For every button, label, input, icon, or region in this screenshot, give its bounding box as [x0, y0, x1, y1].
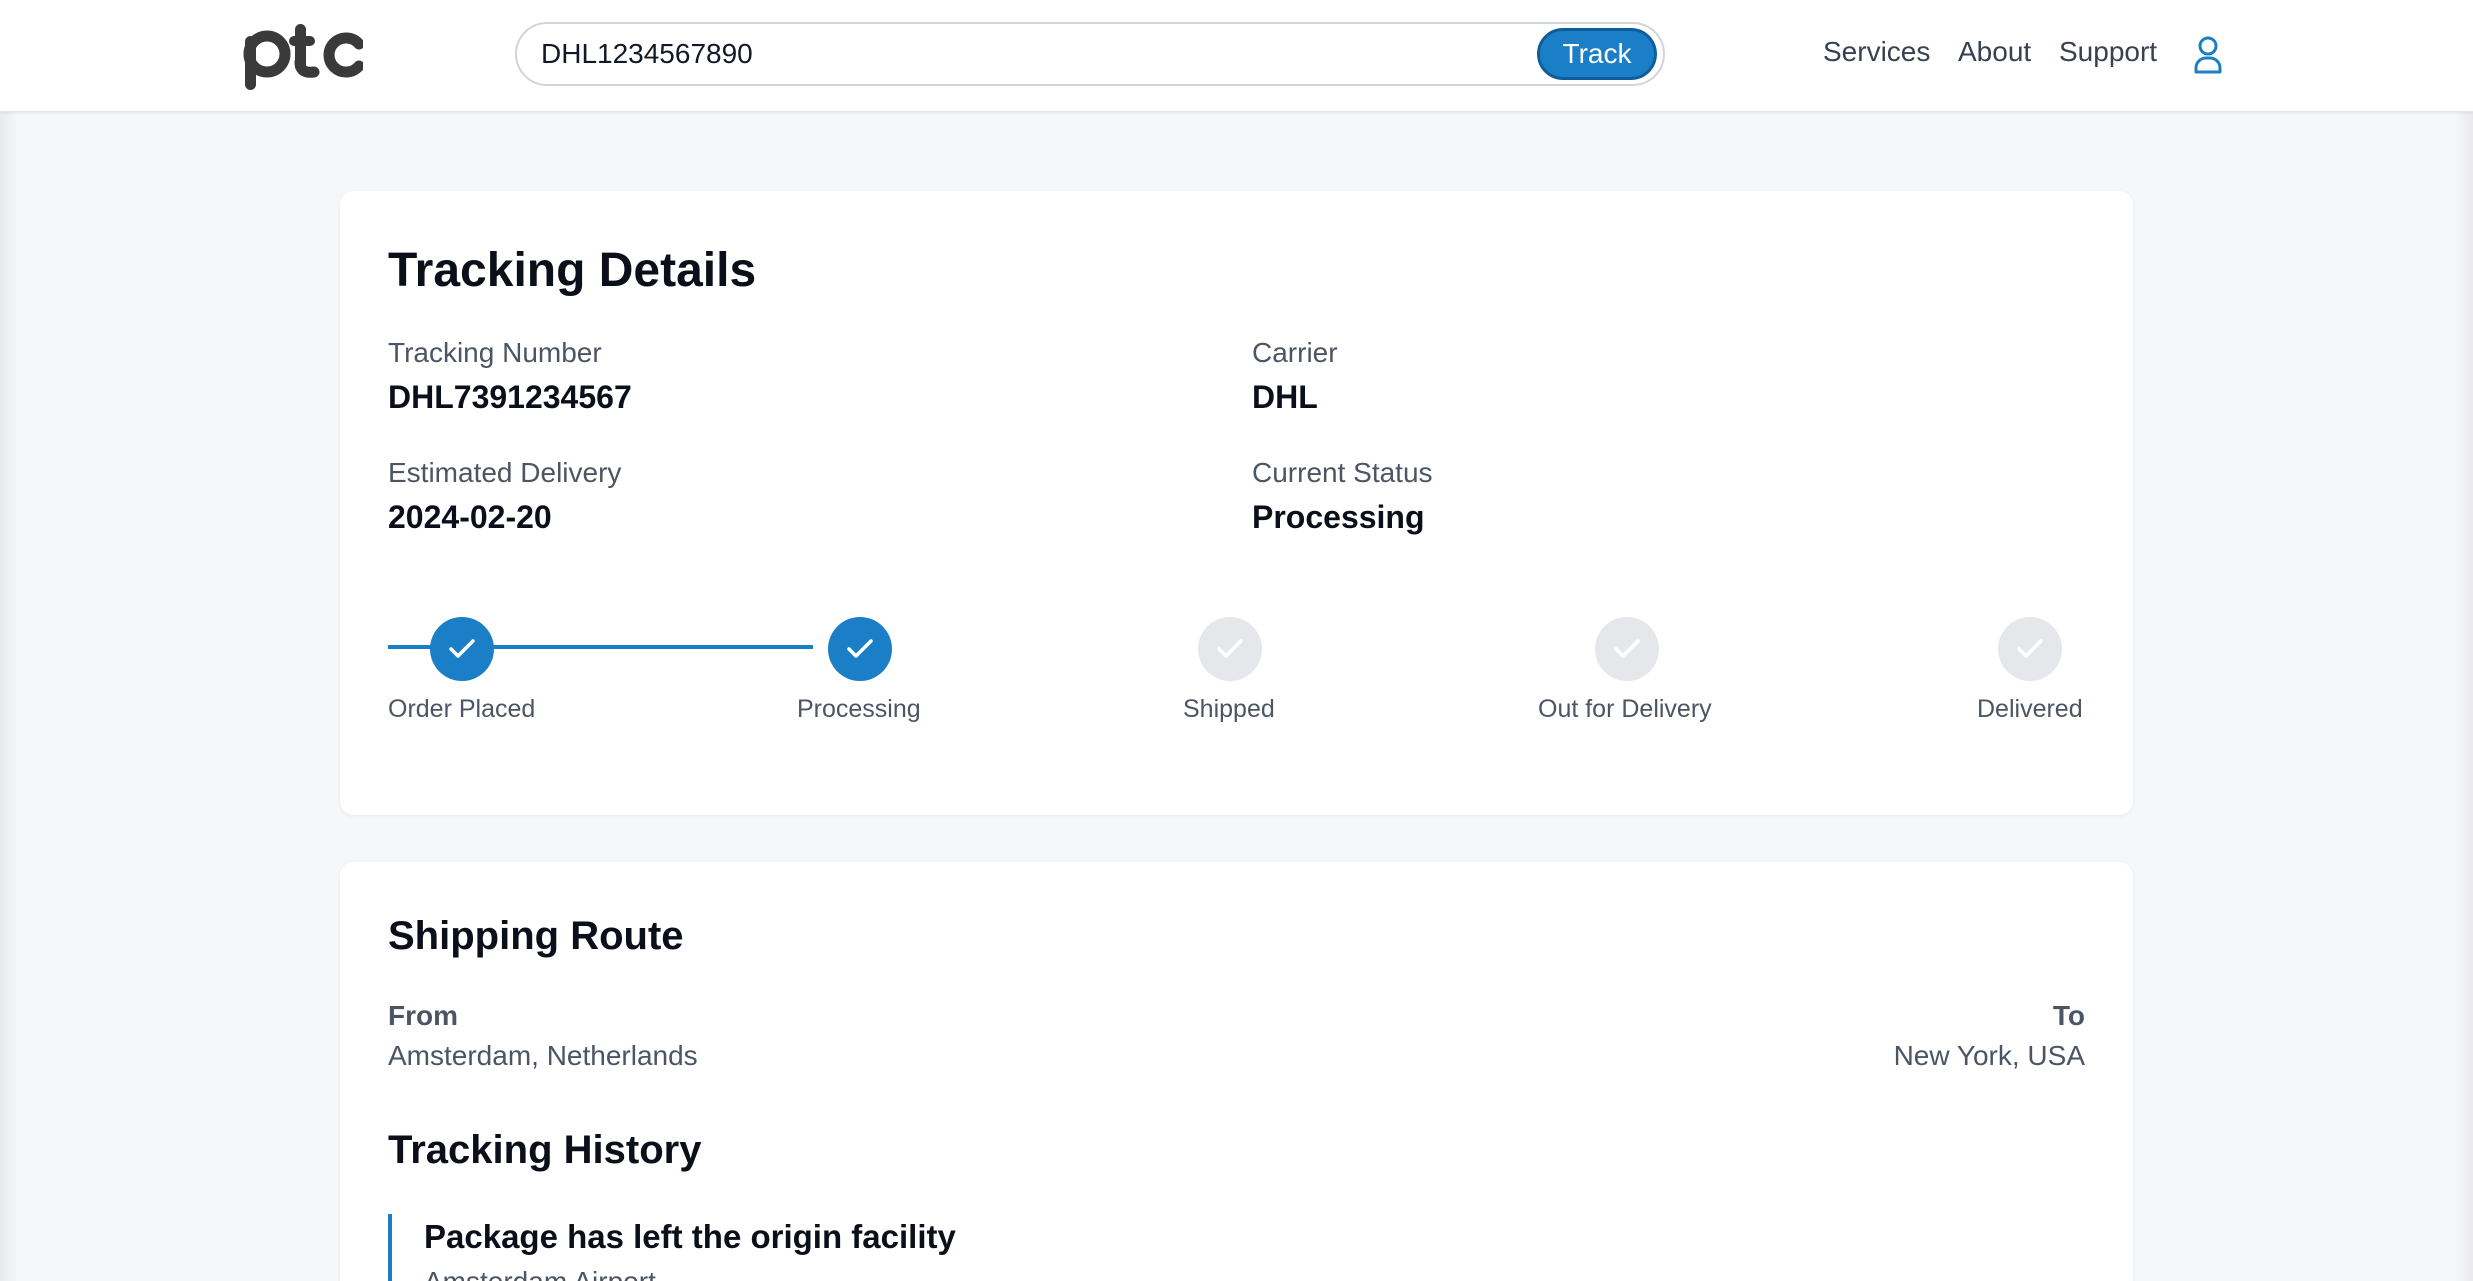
step-delivered-circle	[1998, 617, 2062, 681]
estimated-delivery-label: Estimated Delivery	[388, 457, 622, 488]
carrier-label: Carrier	[1252, 337, 1338, 368]
check-icon	[1614, 639, 1640, 658]
progress-stepper: Order Placed Processing Shipped Out for …	[388, 617, 2085, 737]
nav-services-link[interactable]: Services	[1823, 36, 1930, 68]
route-to-value: New York, USA	[1893, 1040, 2085, 1071]
history-item: Package has left the origin facility Ams…	[388, 1214, 1992, 1281]
left-edge-shadow	[0, 0, 18, 1281]
step-order-placed-circle	[430, 617, 494, 681]
history-location: Amsterdam Airport	[424, 1266, 656, 1281]
track-button[interactable]: Track	[1537, 28, 1657, 80]
ptc-logo[interactable]	[243, 18, 363, 90]
step-processing-circle	[828, 617, 892, 681]
route-from-value: Amsterdam, Netherlands	[388, 1040, 698, 1071]
shipping-route-card: Shipping Route From Amsterdam, Netherlan…	[340, 862, 2133, 1281]
check-icon	[1217, 639, 1243, 658]
check-icon	[2017, 639, 2043, 658]
step-processing-label: Processing	[797, 695, 921, 723]
carrier-value: DHL	[1252, 379, 1318, 415]
tracking-details-title: Tracking Details	[388, 244, 757, 297]
shipping-route-title: Shipping Route	[388, 914, 684, 958]
user-icon[interactable]	[2193, 36, 2223, 74]
step-out-for-delivery-label: Out for Delivery	[1538, 695, 1712, 723]
route-to-label: To	[2052, 1000, 2085, 1031]
step-shipped-circle	[1198, 617, 1262, 681]
tracking-history-title: Tracking History	[388, 1128, 702, 1172]
check-icon	[847, 639, 873, 658]
estimated-delivery-value: 2024-02-20	[388, 499, 552, 535]
tracking-search-bar: Track	[515, 22, 1665, 86]
tracking-number-label: Tracking Number	[388, 337, 602, 368]
check-icon	[449, 639, 475, 658]
step-delivered-label: Delivered	[1977, 695, 2083, 723]
tracking-search-input[interactable]	[541, 24, 1521, 84]
right-edge-shadow	[2455, 0, 2473, 1281]
tracking-details-card: Tracking Details Tracking Number DHL7391…	[340, 191, 2133, 815]
step-shipped-label: Shipped	[1183, 695, 1275, 723]
step-out-for-delivery-circle	[1595, 617, 1659, 681]
nav-support-link[interactable]: Support	[2059, 36, 2157, 68]
route-from-label: From	[388, 1000, 458, 1031]
page: Track Services About Support Tracking De…	[0, 0, 2473, 1281]
nav-about-link[interactable]: About	[1958, 36, 2031, 68]
tracking-number-value: DHL7391234567	[388, 379, 632, 415]
history-event: Package has left the origin facility	[424, 1218, 956, 1255]
step-order-placed-label: Order Placed	[388, 695, 536, 723]
current-status-label: Current Status	[1252, 457, 1433, 488]
current-status-value: Processing	[1252, 499, 1425, 535]
top-header: Track Services About Support	[0, 0, 2473, 112]
